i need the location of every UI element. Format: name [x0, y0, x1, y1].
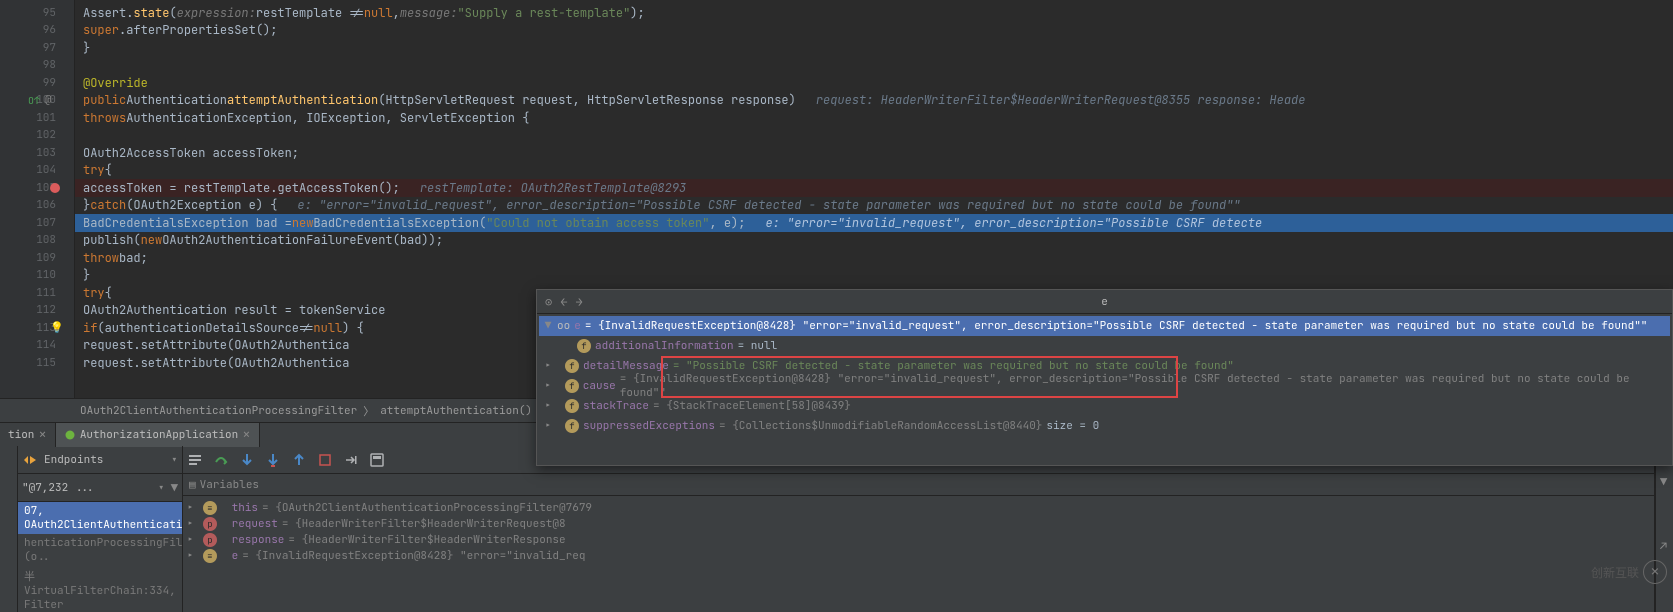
- stack-frame[interactable]: 半VirtualFilterChain:334, Filter: [18, 566, 182, 612]
- debug-panel: Endpoints ▾ "@7,232 ... ▾ ▼ 07, OAuth2Cl…: [0, 446, 1673, 612]
- line-number[interactable]: 105: [0, 179, 74, 197]
- line-number[interactable]: 114: [0, 337, 74, 355]
- close-icon[interactable]: ×: [242, 426, 250, 444]
- line-number[interactable]: 103: [0, 144, 74, 162]
- filter-icon[interactable]: ▼: [1656, 470, 1673, 494]
- line-number[interactable]: 106: [0, 197, 74, 215]
- expand-icon[interactable]: ▸: [187, 517, 199, 531]
- line-number[interactable]: 101: [0, 109, 74, 127]
- close-icon[interactable]: ×: [38, 426, 46, 444]
- line-number[interactable]: 109: [0, 249, 74, 267]
- expand-icon[interactable]: ▸: [187, 501, 199, 515]
- variable-row[interactable]: ▸≡ this = {OAuth2ClientAuthenticationPro…: [187, 500, 1650, 516]
- endpoints-icon[interactable]: [22, 452, 38, 468]
- override-marker-icon[interactable]: O↑: [28, 94, 40, 107]
- back-icon[interactable]: ←: [560, 294, 567, 310]
- param-badge-icon: p: [203, 517, 217, 531]
- popup-field[interactable]: ▸ f suppressedExceptions = {Collections$…: [539, 416, 1670, 436]
- variable-row[interactable]: ▸p request = {HeaderWriterFilter$HeaderW…: [187, 516, 1650, 532]
- watermark-icon: ✕: [1643, 560, 1667, 584]
- intention-bulb-icon[interactable]: 💡: [50, 321, 64, 335]
- show-execution-icon[interactable]: [187, 452, 203, 468]
- expand-icon[interactable]: ↗: [1656, 534, 1673, 558]
- step-out-icon[interactable]: [291, 452, 307, 468]
- debug-sidebar: [0, 446, 18, 612]
- line-number[interactable]: 99: [0, 74, 74, 92]
- popup-header: ⊙ ← → e: [537, 290, 1672, 314]
- stack-frame[interactable]: henticationProcessingFilter (o..: [18, 534, 182, 566]
- variable-row[interactable]: ▸p response = {HeaderWriterFilter$Header…: [187, 532, 1650, 548]
- expand-icon[interactable]: ▸: [543, 399, 553, 413]
- line-number[interactable]: 97: [0, 39, 74, 57]
- expand-icon[interactable]: ▸: [187, 549, 199, 563]
- expand-icon[interactable]: ▸: [543, 379, 553, 393]
- right-gutter: + ▼ ↗: [1655, 446, 1673, 612]
- tab[interactable]: tion×: [0, 423, 56, 447]
- field-badge-icon: ≡: [203, 501, 217, 515]
- line-number[interactable]: 104: [0, 162, 74, 180]
- evaluate-popup[interactable]: ⊙ ← → e ▼ oo e = {InvalidRequestExceptio…: [536, 289, 1673, 466]
- step-into-icon[interactable]: [239, 452, 255, 468]
- line-number[interactable]: 108: [0, 232, 74, 250]
- execution-line[interactable]: BadCredentialsException bad = new BadCre…: [75, 214, 1673, 232]
- popup-field[interactable]: f additionalInformation = null: [539, 336, 1670, 356]
- line-number[interactable]: 💡113: [0, 319, 74, 337]
- line-number[interactable]: 107: [0, 214, 74, 232]
- breakpoint-icon[interactable]: [50, 183, 60, 193]
- line-number[interactable]: O↑@100: [0, 92, 74, 110]
- field-badge-icon: f: [565, 359, 579, 373]
- thread-selector[interactable]: "@7,232 ...: [22, 481, 95, 495]
- step-over-icon[interactable]: [213, 452, 229, 468]
- force-step-into-icon[interactable]: [265, 452, 281, 468]
- breadcrumb-separator: 〉: [363, 403, 374, 419]
- variables-label: Variables: [200, 478, 259, 492]
- gutter: 95 96 97 98 99 O↑@100 101 102 103 104 10…: [0, 0, 75, 398]
- line-number[interactable]: 115: [0, 354, 74, 372]
- field-badge-icon: f: [565, 399, 579, 413]
- collapse-icon[interactable]: ▼: [543, 319, 553, 333]
- popup-field[interactable]: ▸ f cause = {InvalidRequestException@842…: [539, 376, 1670, 396]
- line-number[interactable]: 95: [0, 4, 74, 22]
- field-badge-icon: f: [577, 339, 591, 353]
- line-number[interactable]: 102: [0, 127, 74, 145]
- popup-root[interactable]: ▼ oo e = {InvalidRequestException@8428} …: [539, 316, 1670, 336]
- line-number[interactable]: 110: [0, 267, 74, 285]
- drop-frame-icon[interactable]: [317, 452, 333, 468]
- breadcrumb-item[interactable]: OAuth2ClientAuthenticationProcessingFilt…: [80, 404, 357, 418]
- filter-icon[interactable]: ▾: [158, 480, 165, 496]
- spring-icon: [64, 429, 76, 441]
- param-badge-icon: p: [203, 533, 217, 547]
- watermark: 创新互联 ✕: [1591, 560, 1667, 584]
- field-badge-icon: ≡: [203, 549, 217, 563]
- popup-title: e: [1101, 295, 1108, 309]
- line-number[interactable]: 112: [0, 302, 74, 320]
- evaluate-icon[interactable]: [369, 452, 385, 468]
- expand-icon[interactable]: ▸: [543, 419, 553, 433]
- history-icon[interactable]: ⊙: [545, 294, 552, 310]
- filter-icon[interactable]: ▼: [171, 480, 178, 496]
- variable-row[interactable]: ▸≡ e = {InvalidRequestException@8428} "e…: [187, 548, 1650, 564]
- expand-icon[interactable]: ▸: [543, 359, 553, 373]
- line-number[interactable]: 98: [0, 57, 74, 75]
- line-number[interactable]: 111: [0, 284, 74, 302]
- field-badge-icon: f: [565, 379, 579, 393]
- stack-frame[interactable]: 07, OAuth2ClientAuthentication: [18, 502, 182, 534]
- line-number[interactable]: 96: [0, 22, 74, 40]
- run-to-cursor-icon[interactable]: [343, 452, 359, 468]
- breadcrumb-item[interactable]: attemptAuthentication(): [380, 404, 532, 418]
- expand-icon[interactable]: ▸: [187, 533, 199, 547]
- variables-panel: ▤Variables ▸≡ this = {OAuth2ClientAuthen…: [183, 446, 1655, 612]
- endpoints-label: Endpoints: [44, 453, 103, 467]
- frames-panel: Endpoints ▾ "@7,232 ... ▾ ▼ 07, OAuth2Cl…: [18, 446, 183, 612]
- vars-header-icon: ▤: [189, 478, 196, 492]
- tab[interactable]: AuthorizationApplication×: [56, 423, 260, 447]
- forward-icon[interactable]: →: [575, 294, 582, 310]
- field-badge-icon: f: [565, 419, 579, 433]
